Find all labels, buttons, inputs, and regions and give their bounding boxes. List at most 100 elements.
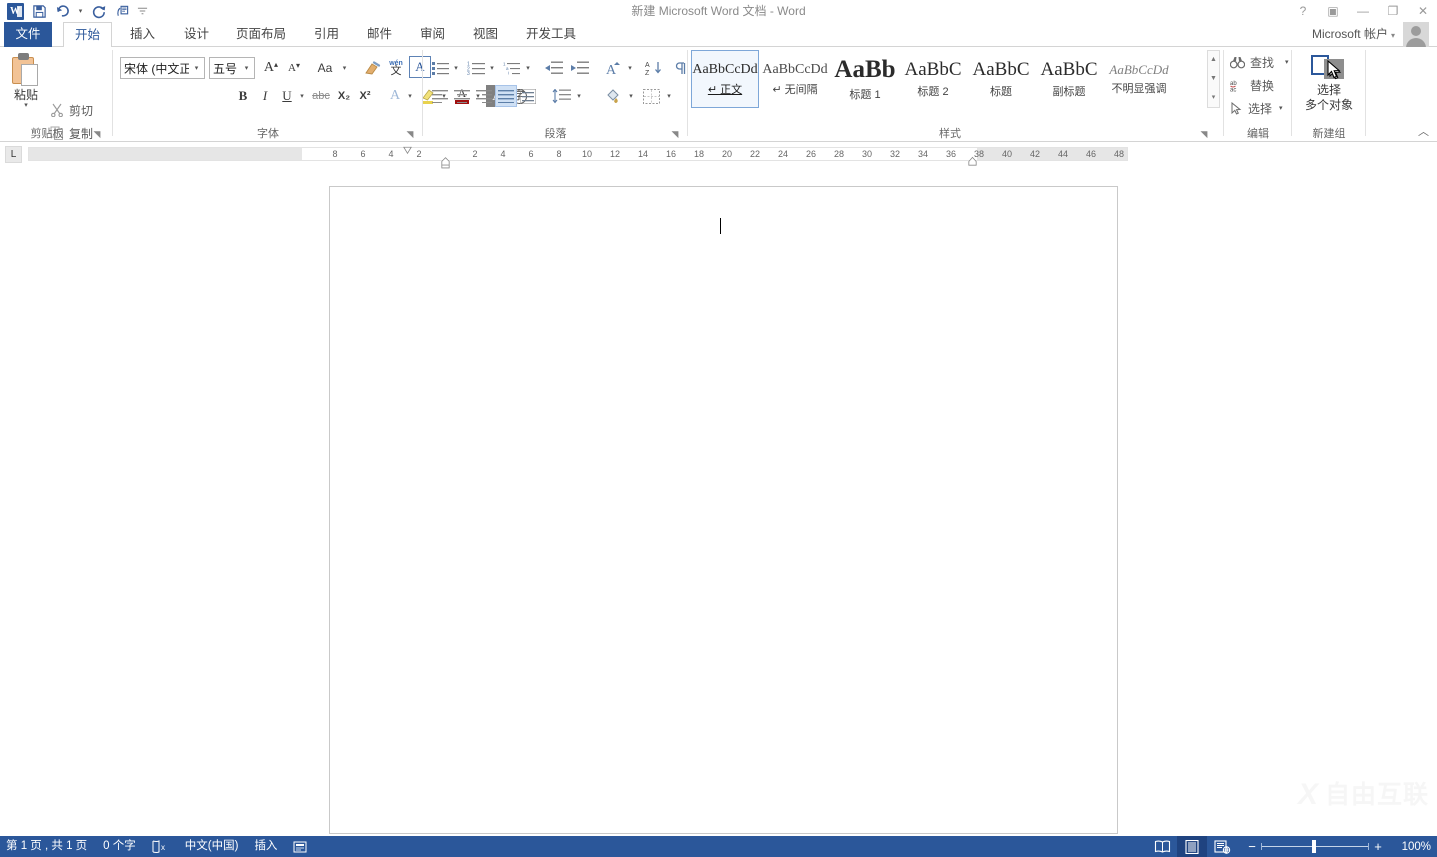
customize-qat-icon[interactable] [135,1,149,21]
tab-page-layout[interactable]: 页面布局 [226,22,296,47]
chevron-down-icon[interactable]: ▾ [24,102,28,110]
style-item[interactable]: AaBbC 标题 2 [899,50,967,108]
style-item[interactable]: AaBbCcDd ↵ 无间隔 [759,50,831,108]
change-case-dropdown[interactable]: ▾ [338,57,351,79]
font-dialog-launcher[interactable]: ◥ [404,128,416,140]
borders-button[interactable] [639,85,663,107]
find-dropdown-icon[interactable]: ▾ [1285,58,1289,66]
tab-stop-selector[interactable]: L [5,146,22,163]
undo-icon[interactable] [52,1,74,21]
undo-dropdown-icon[interactable]: ▾ [76,1,85,21]
shading-button[interactable] [601,85,625,107]
left-indent-marker[interactable] [441,156,450,170]
chevron-down-icon[interactable]: ▾ [189,58,204,78]
style-item[interactable]: AaBbC 副标题 [1035,50,1103,108]
bold-button[interactable]: B [233,85,253,107]
subscript-button[interactable]: X₂ [333,85,355,107]
justify-button[interactable] [495,85,517,107]
zoom-slider-handle[interactable] [1312,840,1316,853]
align-right-button[interactable] [473,85,495,107]
zoom-track[interactable] [1261,836,1369,857]
italic-button[interactable]: I [255,85,275,107]
decrease-indent-button[interactable] [541,57,565,79]
style-item[interactable]: AaBbC 标题 [967,50,1035,108]
collapse-ribbon-button[interactable]: ︿ [1418,123,1429,139]
tab-review[interactable]: 审阅 [410,22,455,47]
ribbon-display-options-icon[interactable]: ▣ [1325,4,1341,18]
first-line-indent-marker[interactable] [403,146,412,155]
touch-mode-icon[interactable] [111,1,133,21]
macro-record-icon[interactable] [293,840,308,853]
zoom-slider[interactable]: − + [1243,836,1387,857]
select-dropdown-icon[interactable]: ▾ [1279,104,1283,112]
minimize-icon[interactable]: — [1355,4,1371,18]
zoom-in-button[interactable]: + [1369,839,1387,854]
sort-button[interactable]: AZ [643,57,667,79]
replace-button[interactable]: ab ac 替换 [1230,75,1274,95]
account-menu[interactable]: Microsoft 帐户 ▾ [1312,25,1395,45]
sort-asian-button[interactable]: A [601,57,625,79]
paste-button[interactable]: 粘贴 ▾ [6,51,46,123]
clipboard-dialog-launcher[interactable]: ◥ [91,128,103,140]
tab-developer[interactable]: 开发工具 [516,22,586,47]
web-layout-view-button[interactable] [1207,836,1237,857]
insert-mode-indicator[interactable]: 插入 [254,836,277,857]
select-multiple-objects-button[interactable]: 选择 多个对象 [1298,53,1360,125]
phonetic-guide-button[interactable]: wén 文 [384,57,408,79]
restore-icon[interactable]: ❐ [1385,4,1401,18]
avatar[interactable] [1403,22,1429,48]
font-name-combo[interactable]: 宋体 (中文正文) ▾ [120,57,205,79]
underline-button[interactable]: U [277,85,297,107]
read-mode-view-button[interactable] [1147,836,1177,857]
superscript-button[interactable]: X² [354,85,376,107]
bullets-button[interactable] [429,57,451,79]
chevron-down-icon[interactable]: ▾ [239,58,254,78]
proofing-errors-icon[interactable]: x [152,840,169,853]
line-spacing-dropdown[interactable]: ▾ [573,85,585,107]
text-effects-button[interactable]: A [385,85,405,107]
line-spacing-button[interactable] [549,85,573,107]
tab-file[interactable]: 文件 [4,22,52,47]
document-page[interactable] [329,186,1118,834]
clear-formatting-button[interactable] [360,57,384,79]
align-center-button[interactable] [451,85,473,107]
save-icon[interactable] [28,1,50,21]
horizontal-ruler[interactable]: 8 6 4 2 2 4 6 8 10 12 14 16 18 20 22 24 26 28 30 32 34 36 38 40… [28,147,1128,161]
tab-mailings[interactable]: 邮件 [357,22,402,47]
page-indicator[interactable]: 第 1 页 , 共 1 页 [6,836,87,857]
zoom-level[interactable]: 100% [1397,841,1431,853]
tab-view[interactable]: 视图 [463,22,508,47]
print-layout-view-button[interactable] [1177,836,1207,857]
styles-dialog-launcher[interactable]: ◥ [1198,128,1210,140]
styles-scroll-down-icon[interactable]: ▼ [1210,70,1217,88]
borders-dropdown[interactable]: ▾ [663,85,675,107]
strikethrough-button[interactable]: abc [309,85,333,107]
sort-dropdown[interactable]: ▾ [624,57,636,79]
numbering-dropdown[interactable]: ▾ [486,57,498,79]
right-indent-marker[interactable] [968,156,977,167]
style-item[interactable]: AaBbCcDd ↵ 正文 [691,50,759,108]
underline-dropdown[interactable]: ▾ [296,85,308,107]
language-indicator[interactable]: 中文(中国) [185,836,239,857]
styles-scroll-up-icon[interactable]: ▲ [1210,51,1217,69]
paragraph-dialog-launcher[interactable]: ◥ [669,128,681,140]
multilevel-list-dropdown[interactable]: ▾ [522,57,534,79]
text-effects-dropdown[interactable]: ▾ [404,85,416,107]
numbering-button[interactable]: 123 [465,57,487,79]
shrink-font-button[interactable]: A ▾ [283,57,305,79]
increase-indent-button[interactable] [567,57,591,79]
align-left-button[interactable] [429,85,451,107]
font-size-combo[interactable]: 五号 ▾ [209,57,255,79]
help-icon[interactable]: ? [1295,4,1311,18]
select-button[interactable]: 选择 ▾ [1230,98,1283,118]
grow-font-button[interactable]: A ▴ [260,57,282,79]
styles-scrollbar[interactable]: ▲ ▼ ▾ [1207,50,1220,108]
tab-insert[interactable]: 插入 [120,22,165,47]
shading-dropdown[interactable]: ▾ [625,85,637,107]
style-item[interactable]: AaBb 标题 1 [831,50,899,108]
styles-more-icon[interactable]: ▾ [1212,89,1216,107]
close-icon[interactable]: ✕ [1415,4,1431,18]
word-count[interactable]: 0 个字 [103,836,136,857]
bullets-dropdown[interactable]: ▾ [450,57,462,79]
tab-home[interactable]: 开始 [63,22,112,48]
